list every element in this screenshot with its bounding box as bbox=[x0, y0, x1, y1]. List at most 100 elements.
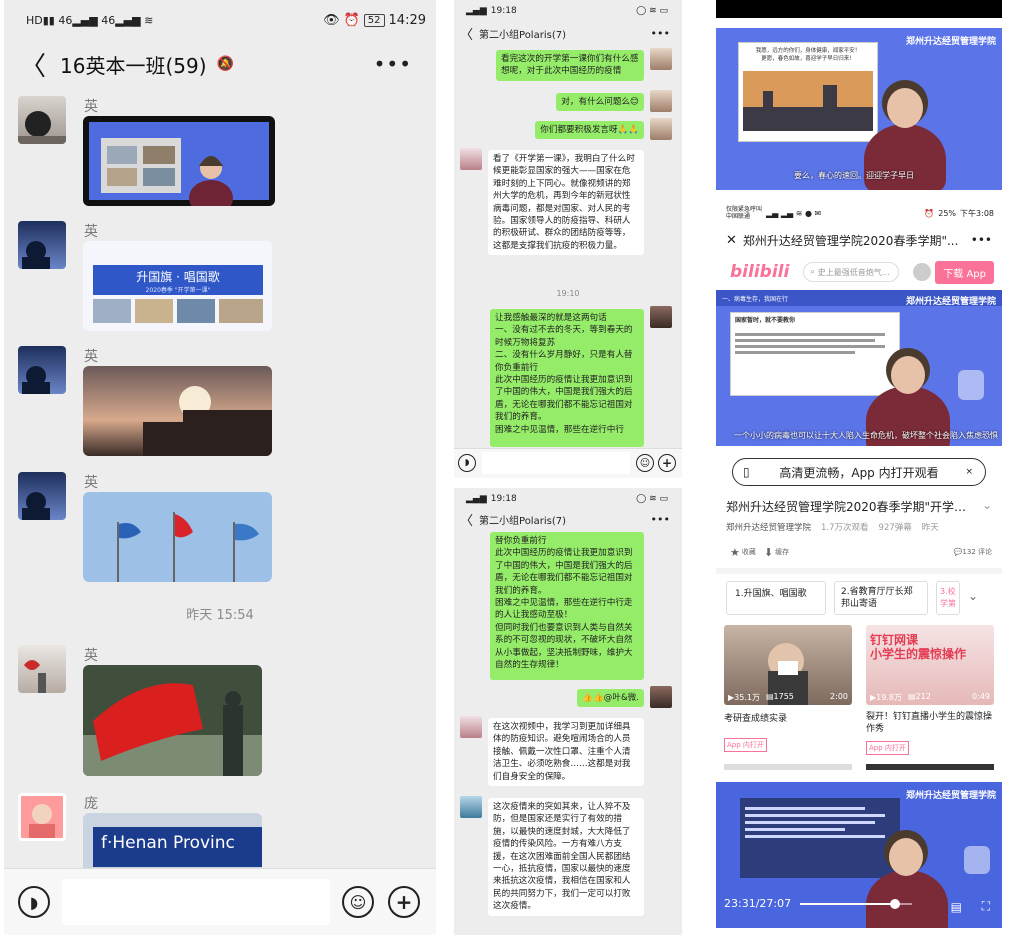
video-message[interactable]: f·Henan Provinc bbox=[83, 813, 262, 873]
bilibili-screenshots: 郑州升达经贸管理学院 我愿，远方的你们，身体健康，闻家平安！ 更愿，春色如故，喜… bbox=[716, 0, 1002, 935]
fullscreen-icon[interactable]: ⛶ bbox=[982, 899, 990, 914]
avatar[interactable] bbox=[18, 96, 66, 144]
chat-bubble[interactable]: 对，有什么问题么😊 bbox=[556, 93, 644, 112]
avatar[interactable] bbox=[18, 221, 66, 269]
favorite-icon[interactable]: ★ bbox=[730, 546, 740, 559]
add-icon[interactable]: + bbox=[388, 886, 420, 918]
more-menu-icon[interactable]: ••• bbox=[651, 27, 670, 40]
avatar[interactable] bbox=[18, 472, 66, 520]
recommendation-card[interactable]: ▶35.1万 ▤1755 2:00 考研查成绩实录 App 内打开 bbox=[724, 625, 852, 752]
hd-banner-text: 高清更流畅，App 内打开观看 bbox=[779, 465, 939, 480]
more-menu-icon[interactable]: ••• bbox=[651, 513, 670, 526]
download-app-button[interactable]: 下载 App bbox=[935, 260, 994, 284]
action-row: ★ 收藏 ⬇ 缓存 💬132 评论 bbox=[730, 544, 992, 560]
voice-icon[interactable]: ◗ bbox=[18, 886, 50, 918]
video-player[interactable]: 一、病毒生存，我国在行 郑州升达经贸管理学院 国家暂时，就不要教你 一个小小的病… bbox=[716, 290, 1002, 446]
video-player[interactable]: 郑州升达经贸管理学院 23:31/27:07 ▤ ⛶ bbox=[716, 782, 1002, 928]
recommendation-card[interactable]: 钉钉网课 小学生的震惊操作 ▶19.8万 ▤212 0:49 裂开！钉钉直播小学… bbox=[866, 625, 994, 755]
message-input[interactable] bbox=[482, 452, 630, 474]
video-title-text: 升国旗 · 唱国歌 bbox=[136, 269, 219, 284]
cache-label[interactable]: 缓存 bbox=[775, 547, 789, 557]
chevron-down-icon[interactable]: ⌄ bbox=[982, 498, 992, 515]
danmaku-toggle-icon[interactable]: ▤ bbox=[951, 900, 962, 914]
open-in-app-button[interactable]: App 内打开 bbox=[724, 738, 767, 752]
open-in-app-button[interactable]: App 内打开 bbox=[866, 741, 909, 755]
rec-stats: ▶19.8万 ▤212 0:49 bbox=[870, 692, 990, 703]
episode-item[interactable]: 2.省教育厅厅长郑邦山寄语 bbox=[834, 581, 928, 615]
bilibili-logo[interactable]: bilibili bbox=[730, 262, 789, 282]
status-time: 14:29 bbox=[388, 12, 426, 28]
avatar[interactable] bbox=[913, 263, 932, 281]
more-menu-icon[interactable]: ••• bbox=[971, 233, 992, 247]
chevron-down-icon[interactable]: ⌄ bbox=[968, 581, 978, 615]
back-icon[interactable]: 〈 bbox=[4, 46, 60, 83]
close-icon[interactable]: ✕ bbox=[716, 233, 743, 248]
chat-bubble[interactable]: 这次疫情来的突如其来，让人猝不及防，但是国家还是实行了有效的措施，以最快的速度封… bbox=[488, 798, 644, 916]
rec-danmaku: ▤1755 bbox=[765, 692, 794, 701]
episode-item[interactable]: 3.校学第 bbox=[936, 581, 960, 615]
status-time: 19:18 bbox=[490, 494, 517, 504]
battery-icon: ◯ ≋ ▭ bbox=[636, 494, 668, 504]
avatar bbox=[650, 306, 672, 328]
uploader[interactable]: 郑州升达经贸管理学院 bbox=[726, 521, 811, 533]
avatar bbox=[460, 796, 482, 818]
eye-icon: 👁 bbox=[323, 12, 340, 28]
progress-handle[interactable] bbox=[889, 899, 900, 909]
chat-bubble[interactable]: 让我感触最深的就是这两句话 一、没有过不去的冬天，等到春天的时候万物将复苏 二、… bbox=[490, 309, 644, 447]
hd-banner[interactable]: ▯ 高清更流畅，App 内打开观看 × bbox=[732, 458, 986, 486]
rec-thumbnail-text: 钉钉网课 小学生的震惊操作 bbox=[870, 633, 967, 661]
play-icon[interactable] bbox=[958, 370, 984, 400]
timestamp: 19:10 bbox=[556, 289, 580, 298]
chat-bubble[interactable]: 替你负重前行 此次中国经历的疫情让我更加意识到了中国的伟大，中国是我们强大的后盾… bbox=[490, 532, 644, 680]
progress-bar[interactable] bbox=[800, 899, 912, 909]
avatar bbox=[650, 48, 672, 70]
video-frame[interactable]: 郑州升达经贸管理学院 我愿，远方的你们，身体健康，闻家平安！ 更愿，春色如故，喜… bbox=[716, 28, 1002, 190]
chat-bubble[interactable]: 看了《开学第一课》，我明白了什么时候更能彰显国家的强大——国家在危难时刻的上下同… bbox=[488, 150, 644, 256]
chat-header: 〈 第二小组Polaris(7) ••• bbox=[454, 22, 682, 44]
add-icon[interactable]: + bbox=[658, 454, 676, 472]
chat-bubble[interactable]: 在这次视频中，我学习到更加详细具体的防疫知识。避免喧闹场合的人员接触、佩戴一次性… bbox=[488, 718, 644, 787]
rec-thumbnail[interactable]: 钉钉网课 小学生的震惊操作 ▶19.8万 ▤212 0:49 bbox=[866, 625, 994, 705]
close-icon[interactable]: × bbox=[965, 467, 973, 477]
back-icon[interactable]: 〈 bbox=[454, 24, 479, 43]
chat-bubble[interactable]: 👍👍@叶&微. bbox=[577, 689, 644, 708]
search-input[interactable]: ⌕ 史上最强低音炮气… bbox=[803, 262, 900, 282]
list-item: 英1李贺 升国旗 · 唱国歌 2020春季 "开学第一课" bbox=[18, 221, 272, 331]
slide: 国家暂时，就不要教你 bbox=[730, 312, 900, 396]
input-bar: ◗ ☺ + bbox=[4, 868, 436, 935]
avatar[interactable] bbox=[18, 346, 66, 394]
message-input[interactable] bbox=[62, 879, 330, 925]
video-message[interactable] bbox=[83, 665, 262, 776]
search-placeholder: 史上最强低音炮气… bbox=[817, 267, 890, 277]
emoji-icon[interactable]: ☺ bbox=[342, 886, 374, 918]
video-message[interactable] bbox=[83, 116, 275, 206]
rec-danmaku: ▤212 bbox=[907, 692, 931, 701]
signal-icon: ▂▄▆ bbox=[466, 494, 487, 504]
chat-bubble[interactable]: 你们都要积极发言呀🙏🙏 bbox=[535, 121, 644, 140]
video-title: 郑州升达经贸管理学院2020春季学期"开学… bbox=[726, 500, 967, 514]
list-item: 庞雪会 f·Henan Provinc bbox=[18, 793, 262, 873]
episode-item[interactable]: 1.升国旗、唱国歌 bbox=[726, 581, 826, 615]
video-message[interactable] bbox=[83, 492, 272, 582]
rec-thumbnail[interactable]: ▶35.1万 ▤1755 2:00 bbox=[724, 625, 852, 705]
chat-bubble[interactable]: 看完这次的开学第一课你们有什么感想呢，对于此次中国经历的疫情 bbox=[496, 50, 644, 81]
avatar[interactable] bbox=[18, 645, 66, 693]
status-bar: HD▮▮ 46▂▄▆ 46▂▄▆ ≋ 👁 ⏰ 52 14:29 bbox=[4, 6, 436, 34]
emoji-icon[interactable]: ☺ bbox=[636, 454, 654, 472]
view-count: 1.7万次观看 bbox=[821, 523, 869, 533]
rec-views: ▶19.8万 bbox=[870, 693, 902, 702]
favorite-label[interactable]: 收藏 bbox=[742, 547, 756, 557]
more-menu-icon[interactable]: ••• bbox=[374, 52, 412, 76]
input-bar: ◗ ☺ + bbox=[454, 448, 682, 478]
download-icon[interactable]: ⬇ bbox=[764, 546, 773, 559]
video-message[interactable]: 升国旗 · 唱国歌 2020春季 "开学第一课" bbox=[83, 241, 272, 331]
video-message[interactable] bbox=[83, 366, 272, 456]
back-icon[interactable]: 〈 bbox=[454, 510, 479, 529]
voice-icon[interactable]: ◗ bbox=[458, 454, 476, 472]
play-icon[interactable] bbox=[964, 846, 990, 874]
page-title: 郑州升达经贸管理学院2020春季学期"... bbox=[742, 233, 959, 248]
slide-text: 我愿，远方的你们，身体健康，闻家平安！ 更愿，春色如故，喜迎学子早日归来！ bbox=[755, 48, 861, 62]
presenter-face bbox=[891, 356, 925, 394]
avatar[interactable] bbox=[18, 793, 66, 841]
comment-count[interactable]: 💬132 评论 bbox=[954, 547, 992, 557]
